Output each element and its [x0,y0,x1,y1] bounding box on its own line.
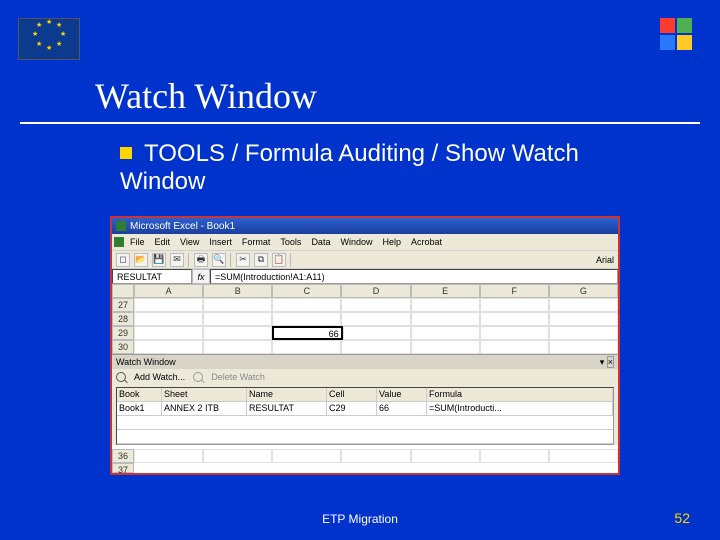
font-label: Arial [596,255,614,265]
col-a[interactable]: A [134,284,203,298]
watch-headers: Book Sheet Name Cell Value Formula [117,388,613,402]
row-30[interactable]: 30 [112,340,134,354]
menu-data[interactable]: Data [311,237,330,247]
watch-col-book[interactable]: Book [117,388,162,402]
bullet-square-icon [120,147,132,159]
col-e[interactable]: E [411,284,480,298]
watch-col-sheet[interactable]: Sheet [162,388,247,402]
menu-file[interactable]: File [130,237,145,247]
excel-title-text: Microsoft Excel - Book1 [130,221,235,232]
menu-window[interactable]: Window [340,237,372,247]
paste-button[interactable]: 📋 [272,253,286,267]
page-title: Watch Window [95,75,317,117]
menu-tools[interactable]: Tools [280,237,301,247]
watch-window-titlebar: Watch Window ▾ × [112,355,618,369]
menu-edit[interactable]: Edit [155,237,171,247]
watch-val-sheet: ANNEX 2 ITB [162,402,247,416]
menu-view[interactable]: View [180,237,199,247]
copy-button[interactable]: ⧉ [254,253,268,267]
cut-button[interactable]: ✂ [236,253,250,267]
col-d[interactable]: D [341,284,410,298]
menu-format[interactable]: Format [242,237,271,247]
new-button[interactable]: ◻ [116,253,130,267]
print-button[interactable]: 🖶 [194,253,208,267]
name-box[interactable]: RESULTAT [112,269,192,284]
watch-row-empty [117,430,613,444]
watch-row[interactable]: Book1 ANNEX 2 ITB RESULTAT C29 66 =SUM(I… [117,402,613,416]
col-f[interactable]: F [480,284,549,298]
delete-watch-button[interactable]: Delete Watch [211,372,265,382]
open-button[interactable]: 📂 [134,253,148,267]
watch-col-name[interactable]: Name [247,388,327,402]
bullet-text: TOOLS / Formula Auditing / Show Watch Wi… [120,140,660,196]
page-number: 52 [674,510,690,526]
excel-formula-bar: RESULTAT fx =SUM(Introduction!A1:A11) [112,268,618,284]
excel-grid: A B C D E F G 27 28 29 66 30 [112,284,618,354]
excel-grid-bottom: 36 37 [112,449,618,473]
watch-val-book: Book1 [117,402,162,416]
col-g[interactable]: G [549,284,618,298]
watch-col-formula[interactable]: Formula [427,388,613,402]
eu-flag-icon: ★ ★ ★ ★ ★ ★ ★ ★ [18,18,80,60]
table-row: 37 [112,463,618,473]
watch-val-name: RESULTAT [247,402,327,416]
excel-app-icon [116,221,126,231]
fx-button[interactable]: fx [192,269,210,284]
watch-toolbar: Add Watch... Delete Watch [112,369,618,385]
table-row: 29 66 [112,326,618,340]
row-28[interactable]: 28 [112,312,134,326]
menu-insert[interactable]: Insert [209,237,232,247]
bullet-label: TOOLS / Formula Auditing / Show Watch Wi… [120,140,579,195]
formula-input[interactable]: =SUM(Introduction!A1:A11) [210,269,618,284]
excel-menu-bar: File Edit View Insert Format Tools Data … [112,234,618,250]
add-watch-icon [116,372,126,382]
table-row: 36 [112,449,618,463]
excel-screenshot: Microsoft Excel - Book1 File Edit View I… [110,216,620,475]
preview-button[interactable]: 🔍 [212,253,226,267]
watch-val-value: 66 [377,402,427,416]
watch-dropdown-icon[interactable]: ▾ [600,357,605,367]
watch-window-panel: Watch Window ▾ × Add Watch... Delete Wat… [112,354,618,445]
column-headers: A B C D E F G [112,284,618,298]
watch-window-title: Watch Window [116,357,176,367]
delete-watch-icon [193,372,203,382]
excel-toolbar: ◻ 📂 💾 ✉ 🖶 🔍 ✂ ⧉ 📋 Arial [112,250,618,268]
row-29[interactable]: 29 [112,326,134,340]
selected-cell[interactable]: 66 [272,326,343,340]
menu-acrobat[interactable]: Acrobat [411,237,442,247]
watch-grid: Book Sheet Name Cell Value Formula Book1… [116,387,614,445]
row-36[interactable]: 36 [112,449,134,463]
table-row: 27 [112,298,618,312]
windows-logo-icon [660,18,696,54]
menu-help[interactable]: Help [382,237,401,247]
watch-close-button[interactable]: × [607,356,614,368]
watch-col-cell[interactable]: Cell [327,388,377,402]
save-button[interactable]: 💾 [152,253,166,267]
watch-val-formula: =SUM(Introducti... [427,402,613,416]
title-underline [20,122,700,124]
mail-button[interactable]: ✉ [170,253,184,267]
row-37[interactable]: 37 [112,463,134,473]
footer-center: ETP Migration [0,512,720,526]
col-b[interactable]: B [203,284,272,298]
watch-row-empty [117,416,613,430]
excel-doc-icon [114,237,124,247]
watch-col-value[interactable]: Value [377,388,427,402]
watch-val-cell: C29 [327,402,377,416]
row-27[interactable]: 27 [112,298,134,312]
excel-title-bar: Microsoft Excel - Book1 [112,218,618,234]
table-row: 30 [112,340,618,354]
col-c[interactable]: C [272,284,341,298]
add-watch-button[interactable]: Add Watch... [134,372,185,382]
table-row: 28 [112,312,618,326]
